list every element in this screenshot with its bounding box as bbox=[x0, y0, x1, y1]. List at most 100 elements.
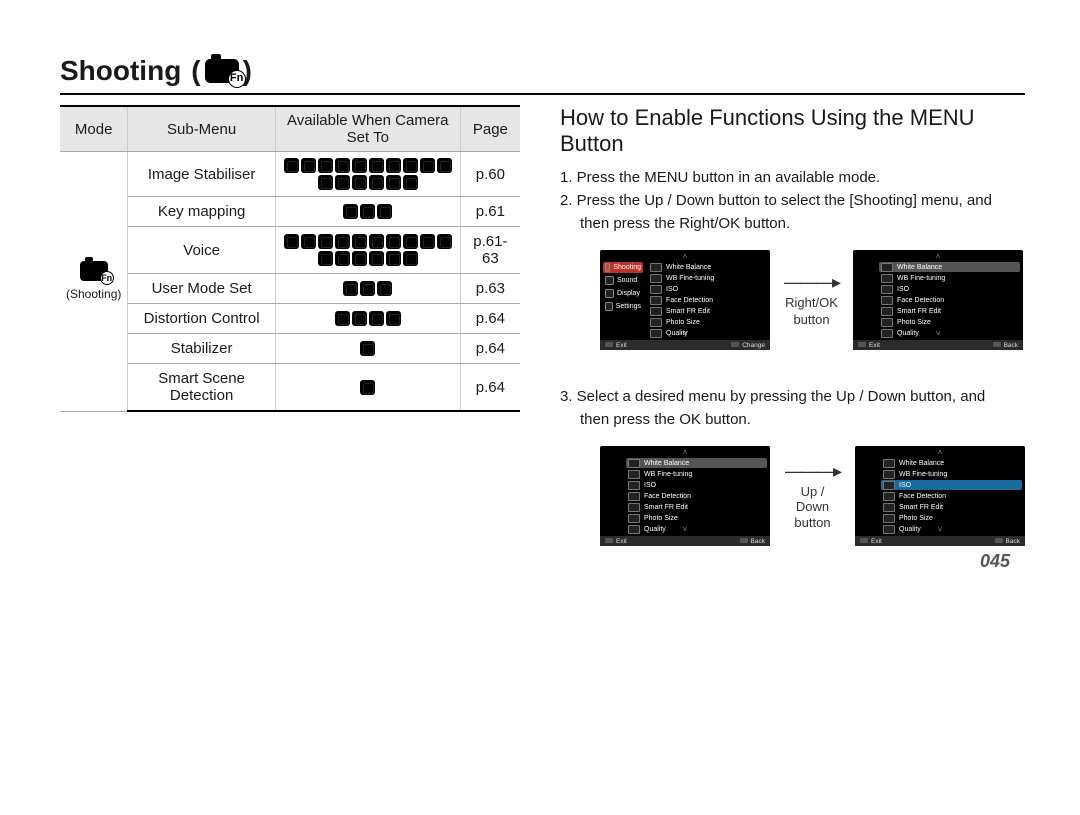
mode-icon bbox=[403, 234, 418, 249]
arrow-right-ok: ———▸ Right/OK button bbox=[784, 272, 839, 328]
mode-icon bbox=[335, 234, 350, 249]
menu-item-label: ISO bbox=[897, 286, 909, 293]
menu-item-icon bbox=[650, 296, 662, 305]
menu-item-icon bbox=[883, 470, 895, 479]
menu-item-icon bbox=[628, 503, 640, 512]
screen-menu-item: Quality bbox=[626, 524, 767, 534]
table-row: User Mode Setp.63 bbox=[60, 274, 520, 304]
tab-icon bbox=[605, 263, 610, 272]
menu-item-label: Face Detection bbox=[666, 297, 713, 304]
arrow-icon: ———▸ bbox=[784, 272, 839, 293]
mode-icon bbox=[335, 175, 350, 190]
menu-item-label: Face Detection bbox=[899, 493, 946, 500]
footer-action: Back bbox=[995, 538, 1020, 545]
table-row: Smart Scene Detectionp.64 bbox=[60, 364, 520, 412]
camera-screen: ˄ShootingSoundDisplaySettingsWhite Balan… bbox=[853, 250, 1023, 350]
steps-block-2: 3. Select a desired menu by pressing the… bbox=[560, 386, 1025, 430]
screen-menu-item: Face Detection bbox=[626, 491, 767, 501]
screen-menu-item: Smart FR Edit bbox=[648, 306, 767, 316]
screen-footer: ExitBack bbox=[600, 536, 770, 546]
menu-item-icon bbox=[628, 481, 640, 490]
footer-exit: Exit bbox=[860, 538, 882, 545]
menu-item-label: Photo Size bbox=[666, 319, 700, 326]
screen-menu-item: Photo Size bbox=[648, 317, 767, 327]
screen-menu-item: Quality bbox=[648, 328, 767, 338]
mode-icon bbox=[352, 175, 367, 190]
menu-item-label: Smart FR Edit bbox=[666, 308, 710, 315]
mode-iconset bbox=[283, 158, 453, 190]
footer-exit: Exit bbox=[605, 538, 627, 545]
screen-menu-item: WB Fine-tuning bbox=[648, 273, 767, 283]
screens-row-1: ˄ ShootingSoundDisplaySettings White Balan… bbox=[600, 250, 1025, 350]
screen-menu-item: Face Detection bbox=[879, 295, 1020, 305]
screen-menu-item: Quality bbox=[881, 524, 1022, 534]
mode-iconset bbox=[283, 281, 453, 296]
menu-item-icon bbox=[883, 492, 895, 501]
menu-item-icon bbox=[650, 274, 662, 283]
menu-item-icon bbox=[650, 318, 662, 327]
mode-cell: (Shooting) bbox=[60, 152, 128, 412]
menu-item-icon bbox=[628, 492, 640, 501]
screens-row-2: ˄ShootingSoundDisplaySettingsWhite Balan… bbox=[600, 446, 1025, 546]
screen-tab: Shooting bbox=[856, 262, 874, 264]
step-3-line2: then press the OK button. bbox=[560, 409, 1025, 430]
chevron-up-icon: ˄ bbox=[683, 252, 688, 261]
tab-icon bbox=[605, 289, 614, 298]
screen-menu-item: Smart FR Edit bbox=[626, 502, 767, 512]
mode-icon bbox=[386, 175, 401, 190]
screen-menu-item: Quality bbox=[879, 328, 1020, 338]
arrow1-line1: Right/OK bbox=[784, 296, 839, 311]
mode-icon bbox=[318, 234, 333, 249]
menu-item-label: Photo Size bbox=[897, 319, 931, 326]
step-2-line2: then press the Right/OK button. bbox=[560, 213, 1025, 234]
menu-item-label: WB Fine-tuning bbox=[899, 471, 947, 478]
tab-icon bbox=[605, 302, 613, 311]
screen-tab: Settings bbox=[856, 274, 874, 276]
menu-item-label: WB Fine-tuning bbox=[644, 471, 692, 478]
screen-menu-item: ISO bbox=[879, 284, 1020, 294]
mode-iconset bbox=[283, 204, 453, 219]
screen-menu-item: Smart FR Edit bbox=[881, 502, 1022, 512]
submenu-cell: Voice bbox=[128, 227, 275, 274]
chevron-up-icon: ˄ bbox=[683, 448, 688, 457]
menu-item-label: White Balance bbox=[897, 264, 942, 271]
menu-item-label: Quality bbox=[644, 526, 666, 533]
camera-screen: ˄ShootingSoundDisplaySettingsWhite Balan… bbox=[855, 446, 1025, 546]
mode-icon bbox=[284, 158, 299, 173]
mode-icon bbox=[420, 158, 435, 173]
mode-icon bbox=[403, 251, 418, 266]
menu-item-label: ISO bbox=[899, 482, 911, 489]
menu-item-label: Face Detection bbox=[897, 297, 944, 304]
menu-item-label: White Balance bbox=[899, 460, 944, 467]
available-cell bbox=[275, 304, 460, 334]
chevron-down-icon: ˅ bbox=[683, 525, 688, 534]
available-cell bbox=[275, 364, 460, 412]
screen-tab: Sound bbox=[858, 462, 876, 464]
mode-icon bbox=[403, 175, 418, 190]
footer-action: Back bbox=[993, 342, 1018, 349]
mode-iconset bbox=[283, 380, 453, 395]
screen-footer: ExitBack bbox=[853, 340, 1023, 350]
screen-menu-item: WB Fine-tuning bbox=[879, 273, 1020, 283]
shooting-table: Mode Sub-Menu Available When Camera Set … bbox=[60, 105, 520, 412]
menu-item-icon bbox=[883, 481, 895, 490]
mode-iconset bbox=[283, 341, 453, 356]
screen-left-tabs: ShootingSoundDisplaySettings bbox=[603, 254, 643, 338]
screen-menu-item: Smart FR Edit bbox=[879, 306, 1020, 316]
submenu-cell: Stabilizer bbox=[128, 334, 275, 364]
available-cell bbox=[275, 197, 460, 227]
screen-tab: Sound bbox=[603, 275, 643, 286]
submenu-cell: Smart Scene Detection bbox=[128, 364, 275, 412]
menu-item-icon bbox=[881, 296, 893, 305]
page-title: Shooting ( ) bbox=[60, 55, 1025, 95]
section-heading: How to Enable Functions Using the MENU B… bbox=[560, 105, 1025, 157]
screen-left-tabs: ShootingSoundDisplaySettings bbox=[856, 254, 874, 338]
screen-menu-item: Face Detection bbox=[881, 491, 1022, 501]
page-cell: p.64 bbox=[460, 334, 520, 364]
mode-icon bbox=[369, 311, 384, 326]
mode-icon bbox=[403, 158, 418, 173]
menu-item-label: Photo Size bbox=[899, 515, 933, 522]
table-row: Voicep.61-63 bbox=[60, 227, 520, 274]
mode-icon bbox=[360, 204, 375, 219]
screen-tab: Shooting bbox=[603, 458, 621, 460]
